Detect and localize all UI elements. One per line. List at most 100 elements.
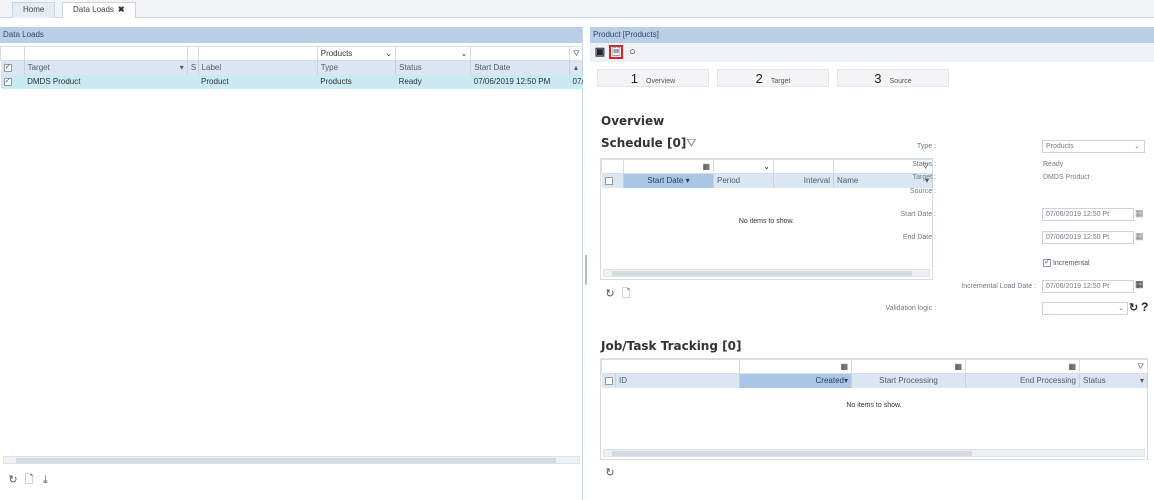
calendar-icon[interactable]: ▦: [840, 362, 848, 371]
end-date-label: End Date :: [902, 234, 936, 241]
column-header-s[interactable]: S: [187, 60, 199, 75]
end-processing-filter-input[interactable]: ▦: [965, 359, 1080, 374]
column-header-created[interactable]: Created▾: [739, 373, 852, 388]
download-icon[interactable]: ⤓: [38, 473, 52, 487]
type-select[interactable]: Products ⌄: [1042, 140, 1145, 153]
close-icon[interactable]: ✖: [118, 5, 125, 14]
column-header-interval[interactable]: Interval: [773, 173, 834, 188]
column-header-start-date[interactable]: Start Date: [470, 60, 571, 75]
type-filter-select[interactable]: Products ⌄: [316, 46, 397, 61]
column-header-id[interactable]: ID: [615, 373, 740, 388]
start-date-filter-input[interactable]: ▦: [623, 159, 714, 174]
schedule-heading: Schedule [0]⛛: [601, 136, 696, 151]
label-filter-input[interactable]: [197, 46, 318, 61]
filter-cell: [601, 159, 624, 174]
filter-icon[interactable]: ⛛: [569, 46, 583, 61]
filter-icon[interactable]: ⛛: [1079, 359, 1148, 374]
calendar-icon[interactable]: ▦: [1135, 231, 1144, 242]
step-source[interactable]: 3 Source: [837, 69, 949, 87]
column-header-period[interactable]: Period: [713, 173, 774, 188]
calendar-icon[interactable]: ▦: [702, 162, 710, 171]
select-all-cell[interactable]: [0, 60, 25, 75]
calendar-icon[interactable]: ▦: [1135, 279, 1144, 290]
incremental-load-date-label: Incremental Load Date :: [961, 283, 1036, 290]
select-all-cell[interactable]: [601, 173, 624, 188]
header-row: ID Created▾ Start Processing End Process…: [601, 373, 1148, 388]
left-toolbar: ↻ 🗋 ⤓: [6, 473, 52, 487]
column-header-type[interactable]: Type: [317, 60, 397, 75]
calendar-icon[interactable]: ▦: [1068, 362, 1076, 371]
schedule-title: Schedule [0]: [601, 136, 687, 150]
product-pane: Product [Products] ▣ 🗎 ○ 1 Overview 2 Targ…: [590, 27, 1154, 500]
new-document-icon[interactable]: 🗋: [22, 473, 36, 487]
step-target[interactable]: 2 Target: [717, 69, 829, 87]
start-processing-filter-input[interactable]: ▦: [851, 359, 966, 374]
schedule-toolbar: ↻ 🗋: [603, 287, 633, 301]
target-label: Target :: [912, 174, 936, 181]
refresh-icon[interactable]: ↻: [603, 466, 617, 480]
table-row[interactable]: DMDS Product Product Products Ready 07/0…: [0, 74, 583, 89]
tab-data-loads[interactable]: Data Loads ✖: [62, 2, 136, 18]
incremental-load-date-input[interactable]: 07/06/2019 12:50 Pt: [1042, 280, 1134, 293]
cell-target: DMDS Product: [24, 74, 188, 89]
status-label: Status :: [912, 161, 936, 168]
created-filter-input[interactable]: ▦: [739, 359, 852, 374]
interval-filter-input[interactable]: [773, 159, 834, 174]
data-loads-pane: Data Loads Products ⌄ ⌄ ⛛ Target ▾ S Label…: [0, 27, 583, 500]
start-date-filter-input[interactable]: [470, 46, 571, 61]
incremental-checkbox[interactable]: Incremental: [1043, 257, 1090, 267]
column-header-start-date[interactable]: Start Date ▾: [623, 173, 714, 188]
sort-up-icon[interactable]: ▴: [569, 60, 583, 75]
validation-logic-select[interactable]: ⌄: [1042, 302, 1128, 315]
sort-arrow-icon: ▾: [1139, 376, 1144, 386]
select-all-checkbox[interactable]: [604, 377, 613, 386]
step-overview[interactable]: 1 Overview: [597, 69, 709, 87]
column-header-status[interactable]: Status: [395, 60, 472, 75]
end-date-input[interactable]: 07/06/2019 12:50 Pt: [1042, 231, 1134, 244]
new-document-icon[interactable]: 🗎: [609, 45, 624, 59]
refresh-icon[interactable]: ↻: [1129, 301, 1138, 314]
save-icon[interactable]: ▣: [593, 45, 607, 59]
column-header-label: Created: [815, 376, 844, 386]
cell-label: Product: [198, 74, 318, 89]
calendar-icon[interactable]: ▦: [1135, 208, 1144, 219]
horizontal-scrollbar[interactable]: [603, 269, 930, 277]
row-checkbox[interactable]: [3, 76, 12, 86]
tab-home[interactable]: Home: [12, 2, 56, 18]
scrollbar-thumb[interactable]: [612, 271, 912, 276]
column-header-status[interactable]: Status ▾: [1079, 373, 1148, 388]
scrollbar-thumb[interactable]: [16, 458, 556, 463]
period-filter-select[interactable]: ⌄: [713, 159, 774, 174]
refresh-icon[interactable]: ↻: [603, 287, 617, 301]
incremental-label: Incremental: [1052, 259, 1090, 267]
status-value: Ready: [1043, 161, 1064, 168]
chevron-down-icon: ⌄: [763, 162, 770, 171]
start-date-input[interactable]: 07/06/2019 12:50 Pt: [1042, 208, 1134, 221]
refresh-icon[interactable]: ↻: [6, 473, 20, 487]
horizontal-scrollbar[interactable]: [3, 456, 580, 464]
column-header-target[interactable]: Target ▾: [24, 60, 188, 75]
incremental-checkbox-box[interactable]: [1043, 257, 1051, 267]
scrollbar-thumb[interactable]: [612, 451, 972, 456]
select-all-checkbox[interactable]: [604, 177, 613, 186]
empty-message: No items to show.: [738, 218, 795, 225]
calendar-icon[interactable]: ▦: [954, 362, 962, 371]
type-value: Products: [1046, 143, 1074, 150]
column-header-label-col[interactable]: Label: [198, 60, 318, 75]
help-icon[interactable]: ?: [1141, 300, 1148, 314]
column-header-end-processing[interactable]: End Processing: [965, 373, 1080, 388]
status-filter-select[interactable]: ⌄: [395, 46, 472, 61]
row-select-cell[interactable]: [0, 74, 25, 89]
circle-icon[interactable]: ○: [625, 45, 639, 59]
new-document-icon[interactable]: 🗋: [619, 287, 633, 301]
filter-icon[interactable]: ⛛: [686, 136, 696, 150]
id-filter-input[interactable]: [601, 359, 740, 374]
horizontal-scrollbar[interactable]: [603, 449, 1145, 457]
column-header-start-processing[interactable]: Start Processing: [851, 373, 966, 388]
splitter-handle[interactable]: [585, 255, 587, 285]
empty-message: No items to show.: [846, 402, 902, 409]
cell-status: Ready: [395, 74, 471, 89]
select-all-cell[interactable]: [601, 373, 616, 388]
select-all-checkbox[interactable]: [3, 62, 12, 73]
target-filter-input[interactable]: [23, 46, 188, 61]
